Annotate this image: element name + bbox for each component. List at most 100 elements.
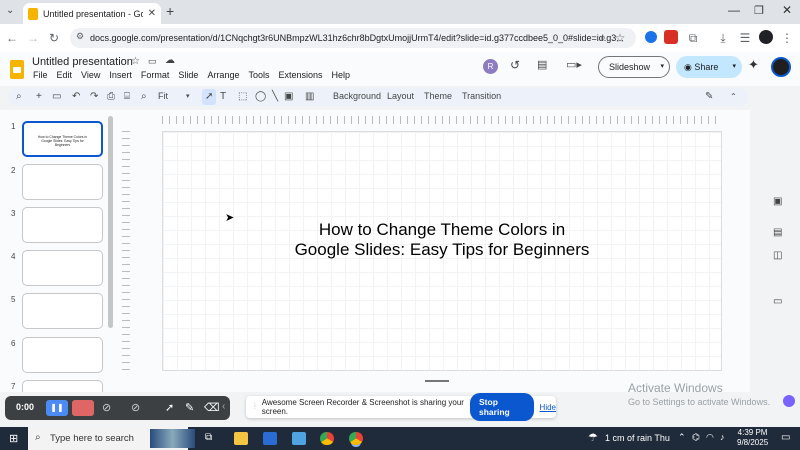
layout-button[interactable]: Layout (387, 91, 414, 101)
share-dropdown-icon[interactable]: ▾ (732, 56, 736, 78)
current-slide[interactable]: How to Change Theme Colors in Google Sli… (162, 131, 722, 371)
version-history-icon[interactable]: ↺ (510, 58, 520, 72)
menu-insert[interactable]: Insert (109, 70, 132, 80)
download-icon[interactable]: ⤓ (716, 30, 730, 46)
mic-off-icon[interactable]: ⊘ (102, 401, 111, 414)
speaker-notes-handle[interactable] (425, 380, 449, 382)
share-button[interactable]: ◉ Share ▾ (676, 56, 742, 78)
slide-thumbnail-1[interactable]: How to Change Theme Colors in Google Sli… (22, 121, 103, 157)
pen-mode-icon[interactable]: ✎ (705, 89, 713, 105)
task-view-icon[interactable]: ⧉ (205, 432, 212, 443)
extensions-puzzle-icon[interactable]: ⧉ (686, 30, 700, 46)
contacts-icon[interactable]: ◫ (773, 250, 782, 261)
back-icon[interactable]: ← (5, 30, 19, 46)
zoom-icon[interactable]: ⌕ (596, 30, 610, 46)
browser-menu-icon[interactable]: ⋮ (780, 30, 794, 46)
menu-file[interactable]: File (33, 70, 48, 80)
notepad-app-icon[interactable] (292, 432, 306, 445)
slide-thumbnail-4[interactable] (22, 250, 103, 286)
transition-button[interactable]: Transition (462, 91, 501, 101)
shape-icon[interactable]: ◯ (255, 89, 266, 105)
background-button[interactable]: Background (333, 91, 381, 101)
drag-handle-icon[interactable]: ⦙ (254, 402, 256, 412)
eraser-tool-icon[interactable]: ⌫ (204, 401, 220, 414)
hide-banner-link[interactable]: Hide (540, 403, 556, 412)
weather-icon[interactable]: ☂ (588, 431, 598, 444)
menu-edit[interactable]: Edit (57, 70, 73, 80)
menu-help[interactable]: Help (332, 70, 351, 80)
windows-start-icon[interactable]: ⊞ (9, 432, 18, 445)
menu-view[interactable]: View (81, 70, 100, 80)
bookmark-star-icon[interactable]: ☆ (613, 30, 627, 46)
redo-icon[interactable]: ↷ (90, 89, 98, 105)
document-title[interactable]: Untitled presentation (32, 56, 133, 68)
tasks-icon[interactable]: ▤ (773, 227, 782, 238)
taskbar-clock[interactable]: 4:39 PM 9/8/2025 (737, 428, 768, 448)
slideshow-dropdown-icon[interactable]: ▾ (660, 57, 664, 77)
menu-slide[interactable]: Slide (178, 70, 198, 80)
new-slide-layout-icon[interactable]: ▭ (52, 89, 61, 105)
file-explorer-icon[interactable] (234, 432, 248, 445)
tray-chevron-icon[interactable]: ⌃ (678, 432, 686, 443)
select-tool-icon[interactable]: ➚ (202, 89, 217, 105)
slide-thumbnail-5[interactable] (22, 293, 103, 329)
meet-icon[interactable]: ▭▸ (566, 58, 582, 71)
comments-icon[interactable]: ▤ (537, 58, 547, 71)
move-folder-icon[interactable]: ▭ (148, 56, 157, 67)
cloud-status-icon[interactable]: ☁ (165, 55, 175, 66)
undo-icon[interactable]: ↶ (72, 89, 80, 105)
slides-logo-icon[interactable] (10, 60, 24, 79)
weather-text[interactable]: 1 cm of rain Thu (605, 433, 670, 443)
notification-icon[interactable]: ▭ (781, 432, 790, 443)
print-icon[interactable]: ⎙ (107, 89, 115, 105)
chrome-icon[interactable] (320, 432, 334, 445)
stop-button[interactable] (72, 400, 94, 416)
media-controls-icon[interactable]: ☰ (738, 30, 752, 46)
collapse-toolbar-icon[interactable]: ⌃ (730, 89, 737, 105)
recorder-extension-icon[interactable] (664, 30, 678, 44)
menu-extensions[interactable]: Extensions (278, 70, 322, 80)
drive-folder-icon[interactable]: ▭ (773, 296, 782, 307)
address-bar[interactable]: ⚙ docs.google.com/presentation/d/1CNqchg… (70, 28, 636, 48)
zoom-in-icon[interactable]: ⌕ (141, 89, 147, 105)
new-slide-icon[interactable]: + (36, 89, 42, 105)
forward-icon[interactable]: → (26, 30, 40, 46)
image-icon[interactable]: ⬚ (238, 89, 247, 105)
zoom-select[interactable]: Fit (158, 91, 168, 101)
slide-thumbnail-3[interactable] (22, 207, 103, 243)
slide-thumbnail-7[interactable] (22, 380, 103, 392)
network-icon[interactable]: ⌬ (692, 432, 700, 443)
keep-icon[interactable]: ▣ (773, 196, 782, 207)
tab-close-icon[interactable]: ✕ (148, 8, 156, 19)
line-icon[interactable]: ╲ (272, 89, 278, 105)
star-icon[interactable]: ☆ (131, 56, 140, 67)
menu-arrange[interactable]: Arrange (207, 70, 239, 80)
maximize-icon[interactable]: ❐ (754, 4, 764, 17)
avatar[interactable]: R (483, 59, 498, 74)
pause-button[interactable]: ❚❚ (46, 400, 68, 416)
text-box-icon[interactable]: T (220, 89, 226, 105)
minimize-icon[interactable]: — (728, 3, 740, 17)
reload-icon[interactable]: ↻ (47, 30, 61, 46)
camera-off-icon[interactable]: ⊘ (131, 401, 140, 414)
browser-tab-active[interactable]: Untitled presentation - Google... ✕ (23, 3, 161, 24)
slide-thumbnail-6[interactable] (22, 337, 103, 373)
side-panel-toggle-icon[interactable] (783, 395, 795, 407)
theme-button[interactable]: Theme (424, 91, 452, 101)
comment-icon[interactable]: ▣ (284, 89, 293, 105)
chrome-active-icon[interactable] (349, 432, 363, 445)
extension-icon[interactable] (645, 31, 657, 43)
pen-tool-icon[interactable]: ✎ (185, 401, 194, 414)
menu-tools[interactable]: Tools (248, 70, 269, 80)
slide-thumbnail-2[interactable] (22, 164, 103, 200)
collapse-recorder-icon[interactable]: ‹ (222, 401, 225, 412)
gemini-icon[interactable]: ✦ (748, 57, 759, 73)
menu-format[interactable]: Format (141, 70, 170, 80)
profile-avatar-icon[interactable] (759, 30, 773, 44)
search-menus-icon[interactable]: ⌕ (16, 89, 22, 105)
paint-format-icon[interactable]: ⌸ (124, 89, 130, 105)
layout-align-icon[interactable]: ▥ (305, 89, 314, 105)
volume-icon[interactable]: ♪ (720, 432, 725, 442)
slide-title-textbox[interactable]: How to Change Theme Colors in Google Sli… (163, 220, 721, 260)
wifi-icon[interactable]: ◠ (706, 432, 714, 443)
